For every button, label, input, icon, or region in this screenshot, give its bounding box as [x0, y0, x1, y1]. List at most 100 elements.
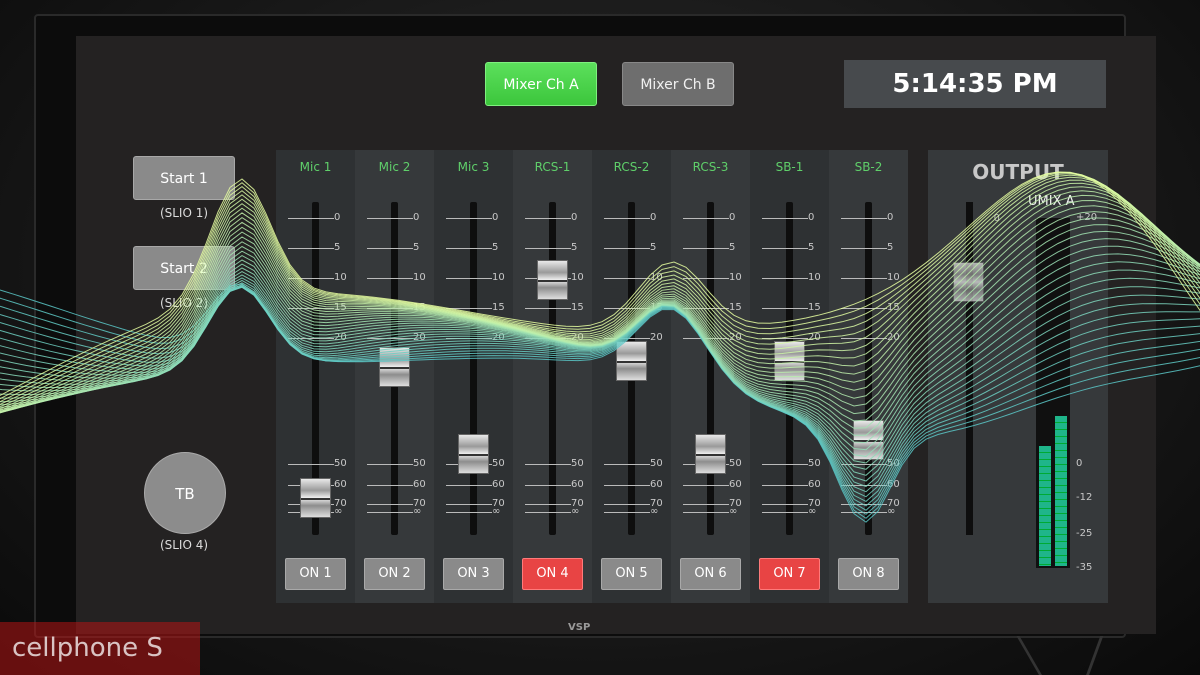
scale-label: 15 — [729, 302, 742, 313]
channel-on-button[interactable]: ON 5 — [601, 558, 662, 590]
fader-knob[interactable] — [458, 434, 489, 474]
scale-tick — [762, 338, 808, 339]
level-meter — [1036, 218, 1070, 568]
scale-label: 10 — [729, 272, 742, 283]
scale-label: ∞ — [650, 506, 659, 517]
scale-tick — [446, 485, 492, 486]
scale-label: 0 — [492, 212, 499, 223]
scale-label: 5 — [887, 242, 894, 253]
scale-label: 60 — [492, 479, 505, 490]
talkback-button[interactable]: TB — [144, 452, 226, 534]
scale-tick — [525, 218, 571, 219]
scale-tick — [604, 504, 650, 505]
channel-strip: Mic 1 0 5 10 15 20 50 60 70 ∞ ON 1 — [276, 150, 355, 603]
scale-tick — [446, 504, 492, 505]
scale-label: 50 — [808, 458, 821, 469]
scale-label: 15 — [492, 302, 505, 313]
scale-tick — [762, 308, 808, 309]
scale-tick — [367, 308, 413, 309]
output-fader-track[interactable] — [966, 202, 973, 535]
scale-tick — [683, 504, 729, 505]
channel-on-button[interactable]: ON 2 — [364, 558, 425, 590]
meter-scale-label: -25 — [1076, 528, 1093, 539]
fader-knob[interactable] — [774, 341, 805, 382]
scale-label: 50 — [729, 458, 742, 469]
scale-label: ∞ — [808, 506, 817, 517]
scale-tick — [762, 512, 808, 513]
scale-label: ∞ — [492, 506, 501, 517]
meter-scale-label: 0 — [1076, 458, 1083, 469]
scale-label: 50 — [334, 458, 347, 469]
scale-label: 60 — [650, 479, 663, 490]
scale-label: 20 — [887, 332, 900, 343]
fader-knob[interactable] — [695, 434, 726, 474]
scale-label: 5 — [571, 242, 578, 253]
channel-strips: Mic 1 0 5 10 15 20 50 60 70 ∞ ON 1 Mic 2 0 5 10 15 20 50 6… — [276, 150, 908, 603]
scale-label: 0 — [650, 212, 657, 223]
scale-label: 20 — [571, 332, 584, 343]
scale-tick — [683, 218, 729, 219]
channel-name: RCS-1 — [534, 160, 571, 174]
channel-on-button[interactable]: ON 8 — [838, 558, 899, 590]
scale-tick — [367, 512, 413, 513]
start-2-button[interactable]: Start 2 — [133, 246, 235, 290]
channel-on-button[interactable]: ON 7 — [759, 558, 820, 590]
scale-label: 15 — [650, 302, 663, 313]
scale-label: 20 — [729, 332, 742, 343]
scale-tick — [683, 278, 729, 279]
scale-tick — [683, 308, 729, 309]
scale-tick — [604, 338, 650, 339]
scale-tick — [446, 248, 492, 249]
tv-frame: Mixer Ch A Mixer Ch B 5:14:35 PM Start 1… — [34, 14, 1156, 638]
channel-strip: RCS-3 0 5 10 15 20 50 60 70 ∞ ON 6 — [671, 150, 750, 603]
tab-mixer-ch-b[interactable]: Mixer Ch B — [622, 62, 734, 106]
brand-watermark: cellphone S — [0, 622, 200, 675]
channel-name: SB-1 — [775, 160, 804, 174]
scale-tick — [762, 278, 808, 279]
mixer-screen: Mixer Ch A Mixer Ch B 5:14:35 PM Start 1… — [76, 36, 1156, 634]
scale-tick — [446, 338, 492, 339]
channel-on-button[interactable]: ON 3 — [443, 558, 504, 590]
scale-label: 0 — [729, 212, 736, 223]
scale-tick — [604, 308, 650, 309]
scale-tick — [525, 338, 571, 339]
scale-label: 10 — [492, 272, 505, 283]
scale-label: 20 — [413, 332, 426, 343]
channel-strip: RCS-2 0 5 10 15 20 50 60 70 ∞ ON 5 — [592, 150, 671, 603]
scale-label: 20 — [492, 332, 505, 343]
channel-on-button[interactable]: ON 6 — [680, 558, 741, 590]
tab-mixer-ch-a[interactable]: Mixer Ch A — [485, 62, 597, 106]
channel-on-button[interactable]: ON 4 — [522, 558, 583, 590]
scale-tick — [841, 464, 887, 465]
scale-label: 0 — [571, 212, 578, 223]
scale-label: 20 — [650, 332, 663, 343]
scale-label: 60 — [808, 479, 821, 490]
scale-label: 0 — [413, 212, 420, 223]
fader-knob[interactable] — [853, 419, 884, 460]
scale-label: 15 — [413, 302, 426, 313]
scale-tick — [367, 504, 413, 505]
fader-knob[interactable] — [300, 477, 331, 518]
scale-label: 10 — [413, 272, 426, 283]
clock-display: 5:14:35 PM — [844, 60, 1106, 108]
scale-tick — [288, 308, 334, 309]
scale-label: ∞ — [887, 506, 896, 517]
output-fader-knob[interactable] — [953, 262, 984, 302]
start-1-button[interactable]: Start 1 — [133, 156, 235, 200]
scale-tick — [367, 485, 413, 486]
channel-on-button[interactable]: ON 1 — [285, 558, 346, 590]
scale-tick — [683, 485, 729, 486]
fader-knob[interactable] — [616, 341, 647, 382]
scale-tick — [841, 278, 887, 279]
fader-knob[interactable] — [537, 260, 568, 300]
scale-label: 5 — [808, 242, 815, 253]
scale-tick — [841, 248, 887, 249]
scale-label: 50 — [413, 458, 426, 469]
start-2-slio-label: (SLIO 2) — [159, 296, 209, 310]
meter-scale-label: -35 — [1076, 562, 1093, 573]
scale-label: 50 — [492, 458, 505, 469]
scale-tick — [841, 485, 887, 486]
fader-knob[interactable] — [379, 347, 410, 387]
output-zero-label: 0 — [994, 213, 1000, 224]
scale-tick — [446, 512, 492, 513]
